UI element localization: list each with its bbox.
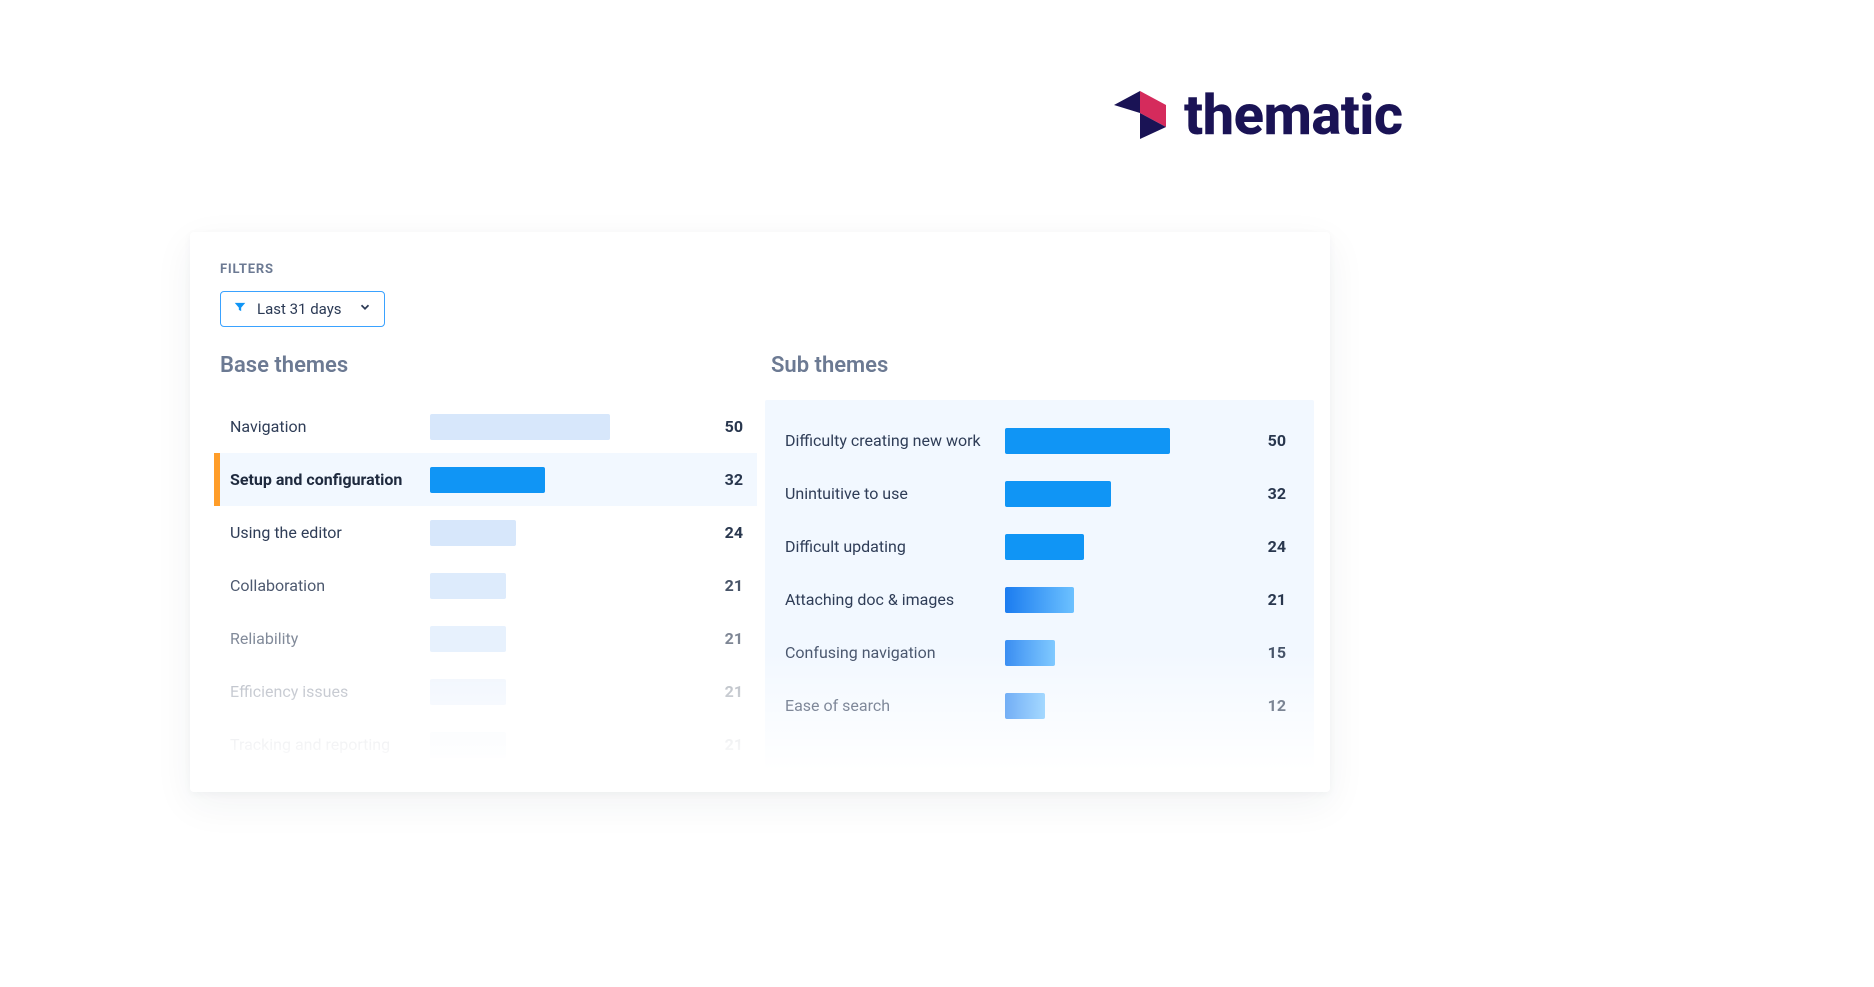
base-theme-row[interactable]: Navigation 50 bbox=[220, 400, 757, 453]
theme-label: Setup and configuration bbox=[230, 470, 430, 489]
theme-value: 21 bbox=[703, 629, 743, 648]
filter-icon bbox=[233, 300, 247, 318]
sub-theme-row[interactable]: Difficulty creating new work 50 bbox=[765, 414, 1314, 467]
theme-label: Using the editor bbox=[230, 523, 430, 542]
filters-heading: FILTERS bbox=[220, 262, 1308, 277]
bar bbox=[1005, 640, 1055, 666]
theme-value: 24 bbox=[703, 523, 743, 542]
base-theme-row[interactable]: Setup and configuration 32 bbox=[220, 453, 757, 506]
bar bbox=[430, 414, 610, 440]
theme-value: 21 bbox=[1246, 590, 1286, 609]
sub-themes-list: Difficulty creating new work 50 Unintuitiv… bbox=[765, 414, 1314, 732]
bar bbox=[430, 520, 516, 546]
theme-value: 21 bbox=[703, 735, 743, 754]
theme-label: Collaboration bbox=[230, 576, 430, 595]
theme-value: 50 bbox=[703, 417, 743, 436]
base-theme-row[interactable]: Reliability 21 bbox=[220, 612, 757, 665]
bar-track bbox=[430, 732, 630, 758]
theme-label: Ease of search bbox=[785, 696, 1005, 715]
base-theme-row[interactable]: Collaboration 21 bbox=[220, 559, 757, 612]
theme-value: 50 bbox=[1246, 431, 1286, 450]
brand-logo-mark bbox=[1108, 83, 1172, 147]
theme-label: Reliability bbox=[230, 629, 430, 648]
themes-panel: FILTERS Last 31 days Base themes Navigat… bbox=[190, 232, 1330, 792]
theme-label: Difficulty creating new work bbox=[785, 431, 1005, 450]
base-themes-title: Base themes bbox=[220, 353, 757, 378]
theme-label: Navigation bbox=[230, 417, 430, 436]
brand-logo: thematic bbox=[1108, 82, 1403, 148]
bar bbox=[1005, 428, 1170, 454]
theme-value: 12 bbox=[1246, 696, 1286, 715]
bar-track bbox=[430, 414, 630, 440]
bar-track bbox=[430, 520, 630, 546]
bar bbox=[1005, 481, 1111, 507]
bar bbox=[1005, 693, 1045, 719]
theme-label: Unintuitive to use bbox=[785, 484, 1005, 503]
theme-label: Attaching doc & images bbox=[785, 590, 1005, 609]
bar bbox=[430, 467, 545, 493]
bar-track bbox=[1005, 481, 1185, 507]
bar bbox=[430, 679, 506, 705]
base-theme-row[interactable]: Efficiency issues 21 bbox=[220, 665, 757, 718]
theme-label: Difficult updating bbox=[785, 537, 1005, 556]
sub-theme-row[interactable]: Attaching doc & images 21 bbox=[765, 573, 1314, 626]
base-theme-row[interactable]: Using the editor 24 bbox=[220, 506, 757, 559]
sub-theme-row[interactable]: Ease of search 12 bbox=[765, 679, 1314, 732]
bar-track bbox=[430, 679, 630, 705]
bar-track bbox=[1005, 693, 1185, 719]
base-theme-row[interactable]: Tracking and reporting 21 bbox=[220, 718, 757, 771]
bar-track bbox=[1005, 587, 1185, 613]
bar bbox=[430, 732, 506, 758]
theme-value: 21 bbox=[703, 576, 743, 595]
theme-label: Efficiency issues bbox=[230, 682, 430, 701]
bar-track bbox=[430, 467, 630, 493]
date-range-filter[interactable]: Last 31 days bbox=[220, 291, 385, 327]
bar bbox=[430, 573, 506, 599]
base-themes-list: Navigation 50 Setup and configuration 32 Usi… bbox=[220, 400, 757, 771]
theme-value: 32 bbox=[703, 470, 743, 489]
bar bbox=[1005, 587, 1074, 613]
theme-label: Tracking and reporting bbox=[230, 735, 430, 754]
sub-themes-title: Sub themes bbox=[771, 353, 1308, 378]
theme-value: 32 bbox=[1246, 484, 1286, 503]
theme-value: 15 bbox=[1246, 643, 1286, 662]
bar-track bbox=[1005, 428, 1185, 454]
sub-theme-row[interactable]: Difficult updating 24 bbox=[765, 520, 1314, 573]
brand-wordmark: thematic bbox=[1184, 82, 1403, 148]
theme-value: 21 bbox=[703, 682, 743, 701]
bar-track bbox=[430, 573, 630, 599]
bar bbox=[430, 626, 506, 652]
filter-selected-label: Last 31 days bbox=[257, 300, 342, 318]
base-themes-column: Base themes Navigation 50 Setup and config… bbox=[220, 353, 757, 772]
theme-label: Confusing navigation bbox=[785, 643, 1005, 662]
sub-themes-area: Difficulty creating new work 50 Unintuitiv… bbox=[765, 400, 1314, 772]
sub-theme-row[interactable]: Unintuitive to use 32 bbox=[765, 467, 1314, 520]
sub-theme-row[interactable]: Confusing navigation 15 bbox=[765, 626, 1314, 679]
theme-value: 24 bbox=[1246, 537, 1286, 556]
bar-track bbox=[1005, 534, 1185, 560]
sub-themes-column: Sub themes Difficulty creating new work 5… bbox=[771, 353, 1308, 772]
bar-track bbox=[1005, 640, 1185, 666]
chevron-down-icon bbox=[358, 300, 372, 318]
bar bbox=[1005, 534, 1084, 560]
bar-track bbox=[430, 626, 630, 652]
